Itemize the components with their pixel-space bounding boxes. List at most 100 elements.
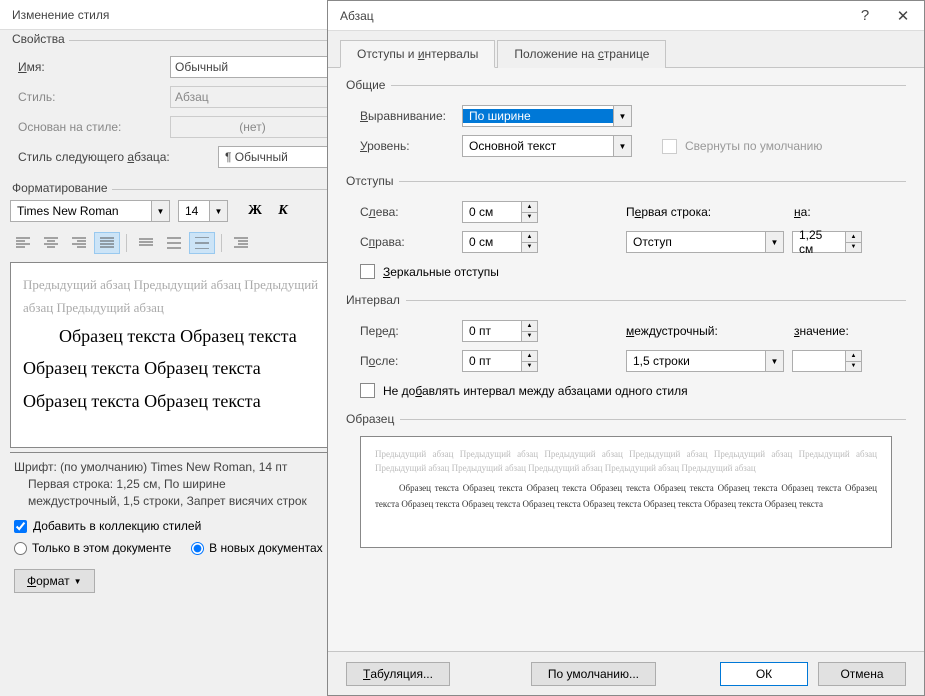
chevron-down-icon: ▼ xyxy=(765,351,783,371)
formatting-group-label: Форматирование xyxy=(8,181,112,195)
collapsed-checkbox xyxy=(662,139,677,154)
style-dialog-title: Изменение стиля xyxy=(12,8,109,22)
line-spacing-value-spinner[interactable]: ▲▼ xyxy=(792,350,862,372)
line-spacing-dropdown[interactable]: 1,5 строки ▼ xyxy=(626,350,784,372)
by-label: на: xyxy=(794,205,811,219)
alignment-dropdown[interactable]: По ширине ▼ xyxy=(462,105,632,127)
spinner-up-icon[interactable]: ▲ xyxy=(522,351,537,362)
indent-increase-button[interactable] xyxy=(228,232,254,254)
paragraph-footer: Табуляция... По умолчанию... ОК Отмена xyxy=(328,651,924,695)
spinner-up-icon[interactable]: ▲ xyxy=(846,351,861,362)
spinner-down-icon[interactable]: ▼ xyxy=(846,362,861,372)
format-button[interactable]: Формат▼ xyxy=(14,569,95,593)
new-docs-label: В новых документах xyxy=(209,541,322,555)
style-type-label: Стиль: xyxy=(18,90,170,104)
italic-button[interactable]: К xyxy=(270,200,296,222)
style-description: Шрифт: (по умолчанию) Times New Roman, 1… xyxy=(10,452,339,515)
indent-right-label: Справа: xyxy=(360,235,454,249)
sample-group: Образец Предыдущий абзац Предыдущий абза… xyxy=(346,412,906,548)
style-preview: Предыдущий абзац Предыдущий абзац Предыд… xyxy=(10,262,339,448)
align-right-button[interactable] xyxy=(66,232,92,254)
style-name-input[interactable] xyxy=(170,56,335,78)
chevron-down-icon: ▼ xyxy=(74,577,82,586)
paragraph-dialog-title: Абзац xyxy=(340,9,846,23)
chevron-down-icon: ▼ xyxy=(613,136,631,156)
new-docs-radio[interactable] xyxy=(191,542,204,555)
interval-group: Интервал Перед: 0 пт ▲▼ междустрочный: з… xyxy=(346,293,906,398)
add-to-collection-label: Добавить в коллекцию стилей xyxy=(33,519,201,533)
spacing-1-button[interactable] xyxy=(133,232,159,254)
style-dialog-header: Изменение стиля xyxy=(0,0,349,30)
spinner-down-icon[interactable]: ▼ xyxy=(522,362,537,372)
first-line-by-spinner[interactable]: 1,25 см ▲▼ xyxy=(792,231,862,253)
help-button[interactable]: ? xyxy=(846,2,884,30)
ok-button[interactable]: ОК xyxy=(720,662,808,686)
indents-group: Отступы Слева: 0 см ▲▼ Первая строка: на… xyxy=(346,174,906,279)
align-left-button[interactable] xyxy=(10,232,36,254)
close-button[interactable]: ✕ xyxy=(884,2,922,30)
paragraph-sample: Предыдущий абзац Предыдущий абзац Предыд… xyxy=(360,436,892,548)
paragraph-dialog: Абзац ? ✕ Отступы и интервалы Положение … xyxy=(327,0,925,696)
level-dropdown[interactable]: Основной текст ▼ xyxy=(462,135,632,157)
add-to-collection-checkbox[interactable] xyxy=(14,520,27,533)
properties-group-label: Свойства xyxy=(8,32,69,46)
next-style-label: Стиль следующего абзаца: xyxy=(18,150,218,164)
spinner-down-icon[interactable]: ▼ xyxy=(846,243,861,253)
properties-group: Свойства Имя: Стиль: Основан на стиле: С… xyxy=(8,40,341,179)
alignment-label: Выравнивание: xyxy=(360,109,454,123)
align-center-button[interactable] xyxy=(38,232,64,254)
spinner-up-icon[interactable]: ▲ xyxy=(522,321,537,332)
tab-page-position[interactable]: Положение на странице xyxy=(497,40,666,68)
indent-left-label: Слева: xyxy=(360,205,454,219)
spacing-15-button[interactable] xyxy=(161,232,187,254)
based-on-label: Основан на стиле: xyxy=(18,120,170,134)
indent-right-spinner[interactable]: 0 см ▲▼ xyxy=(462,231,538,253)
align-justify-button[interactable] xyxy=(94,232,120,254)
level-label: Уровень: xyxy=(360,139,454,153)
font-name-dropdown[interactable]: Times New Roman ▼ xyxy=(10,200,170,222)
only-this-doc-radio[interactable] xyxy=(14,542,27,555)
indent-left-spinner[interactable]: 0 см ▲▼ xyxy=(462,201,538,223)
value-label: значение: xyxy=(794,324,849,338)
space-before-label: Перед: xyxy=(360,324,454,338)
style-dialog: Изменение стиля Свойства Имя: Стиль: Осн… xyxy=(0,0,350,696)
mirror-indents-checkbox[interactable] xyxy=(360,264,375,279)
formatting-group: Форматирование xyxy=(8,189,341,190)
tabulation-button[interactable]: Табуляция... xyxy=(346,662,450,686)
spinner-down-icon[interactable]: ▼ xyxy=(522,243,537,253)
default-button[interactable]: По умолчанию... xyxy=(531,662,656,686)
name-label: Имя: xyxy=(18,60,170,74)
no-space-same-style-checkbox[interactable] xyxy=(360,383,375,398)
first-line-dropdown[interactable]: Отступ ▼ xyxy=(626,231,784,253)
mirror-indents-label: Зеркальные отступы xyxy=(383,265,499,279)
bold-button[interactable]: Ж xyxy=(242,200,268,222)
next-style-dropdown[interactable]: ¶ Обычный xyxy=(218,146,335,168)
spinner-down-icon[interactable]: ▼ xyxy=(522,213,537,223)
spinner-down-icon[interactable]: ▼ xyxy=(522,332,537,342)
paragraph-dialog-header: Абзац ? ✕ xyxy=(328,1,924,31)
style-type-input xyxy=(170,86,335,108)
line-spacing-label: междустрочный: xyxy=(626,324,786,338)
based-on-input xyxy=(170,116,335,138)
spinner-up-icon[interactable]: ▲ xyxy=(522,202,537,213)
chevron-down-icon: ▼ xyxy=(613,106,631,126)
preview-sample-text: Образец текста Образец текста Образец те… xyxy=(23,320,326,417)
collapsed-label: Свернуты по умолчанию xyxy=(685,139,822,153)
chevron-down-icon: ▼ xyxy=(151,201,169,221)
cancel-button[interactable]: Отмена xyxy=(818,662,906,686)
font-size-dropdown[interactable]: 14 ▼ xyxy=(178,200,228,222)
preview-prev-text: Предыдущий абзац Предыдущий абзац Предыд… xyxy=(23,273,326,320)
space-before-spinner[interactable]: 0 пт ▲▼ xyxy=(462,320,538,342)
space-after-spinner[interactable]: 0 пт ▲▼ xyxy=(462,350,538,372)
tab-indents-spacing[interactable]: Отступы и интервалы xyxy=(340,40,495,68)
spinner-up-icon[interactable]: ▲ xyxy=(522,232,537,243)
paragraph-tabs: Отступы и интервалы Положение на страниц… xyxy=(328,31,924,68)
only-this-doc-label: Только в этом документе xyxy=(32,541,171,555)
spacing-2-button[interactable] xyxy=(189,232,215,254)
general-group: Общие Выравнивание: По ширине ▼ Уровень:… xyxy=(346,78,906,160)
chevron-down-icon: ▼ xyxy=(209,201,227,221)
no-space-same-style-label: Не добавлять интервал между абзацами одн… xyxy=(383,384,688,398)
spinner-up-icon[interactable]: ▲ xyxy=(846,232,861,243)
first-line-label: Первая строка: xyxy=(626,205,786,219)
chevron-down-icon: ▼ xyxy=(765,232,783,252)
